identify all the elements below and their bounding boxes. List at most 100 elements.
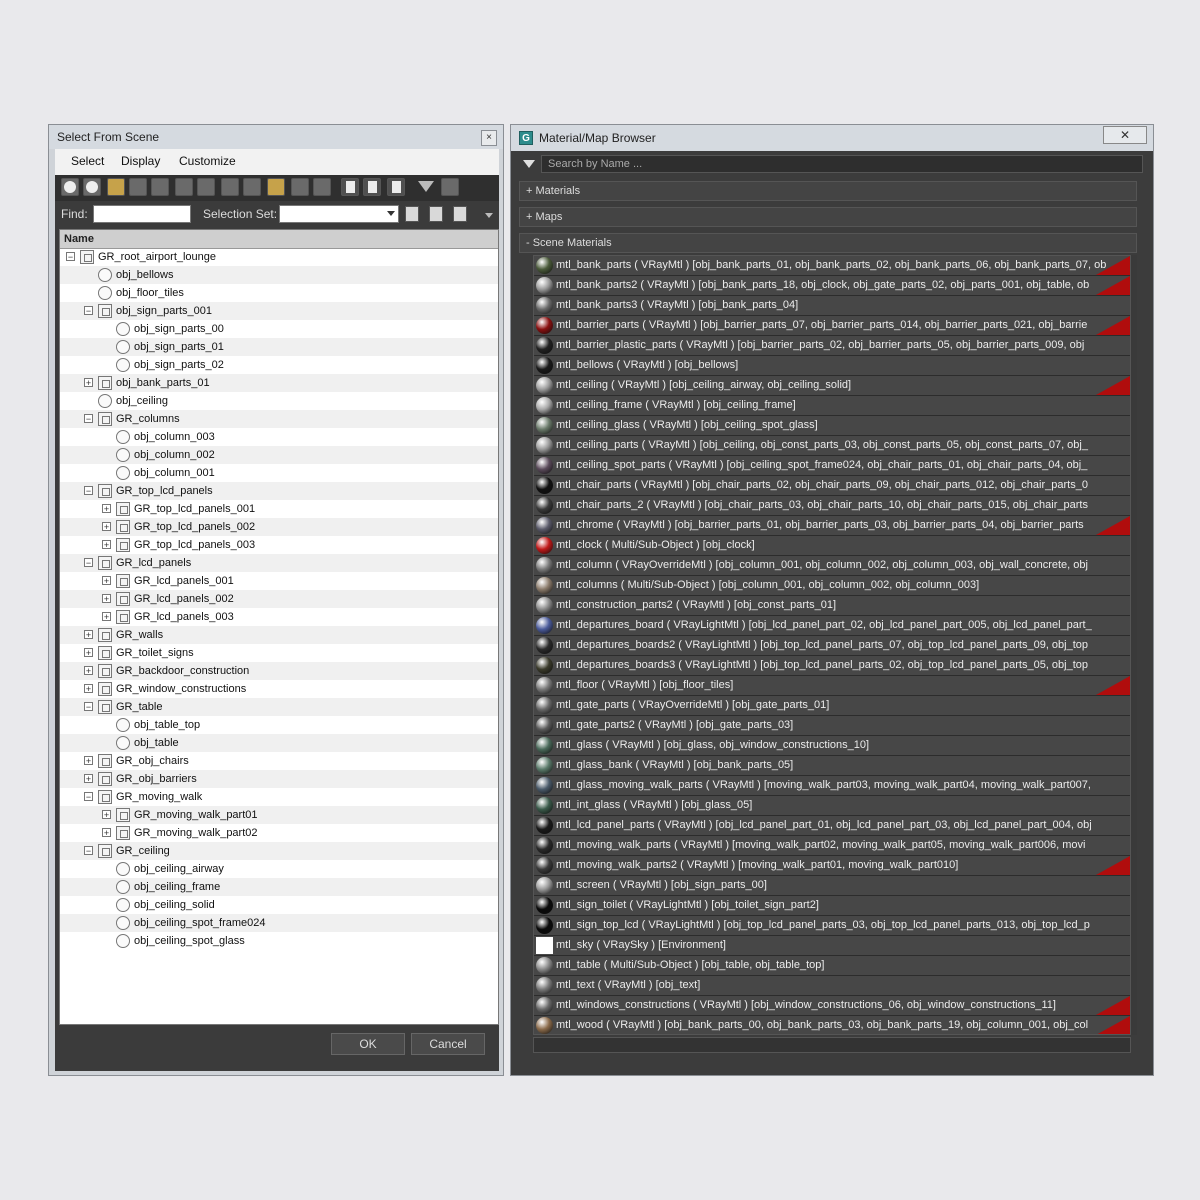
tree-row[interactable]: obj_ceiling: [60, 392, 498, 410]
tree-row[interactable]: + GR_moving_walk_part02: [60, 824, 498, 842]
material-row[interactable]: mtl_barrier_parts ( VRayMtl ) [obj_barri…: [534, 316, 1130, 336]
tree-row[interactable]: − obj_sign_parts_001: [60, 302, 498, 320]
tree-row[interactable]: − GR_table: [60, 698, 498, 716]
material-row[interactable]: mtl_bank_parts2 ( VRayMtl ) [obj_bank_pa…: [534, 276, 1130, 296]
vertical-scrollbar[interactable]: [1131, 255, 1137, 1035]
material-row[interactable]: mtl_wood ( VRayMtl ) [obj_bank_parts_00,…: [534, 1016, 1130, 1034]
material-row[interactable]: mtl_windows_constructions ( VRayMtl ) [o…: [534, 996, 1130, 1016]
tree-row[interactable]: + GR_obj_chairs: [60, 752, 498, 770]
horizontal-scrollbar[interactable]: [533, 1037, 1131, 1053]
material-row[interactable]: mtl_ceiling_spot_parts ( VRayMtl ) [obj_…: [534, 456, 1130, 476]
tree-row[interactable]: + GR_obj_barriers: [60, 770, 498, 788]
material-row[interactable]: mtl_chrome ( VRayMtl ) [obj_barrier_part…: [534, 516, 1130, 536]
material-row[interactable]: mtl_lcd_panel_parts ( VRayMtl ) [obj_lcd…: [534, 816, 1130, 836]
display-lights-icon[interactable]: [107, 178, 125, 196]
section-materials[interactable]: + Materials: [519, 181, 1137, 201]
expand-icon[interactable]: +: [102, 612, 111, 622]
material-row[interactable]: mtl_barrier_plastic_parts ( VRayMtl ) [o…: [534, 336, 1130, 356]
section-scene-materials[interactable]: - Scene Materials: [519, 233, 1137, 253]
tree-row[interactable]: + GR_top_lcd_panels_001: [60, 500, 498, 518]
expand-icon[interactable]: +: [84, 774, 93, 784]
expand-icon[interactable]: +: [102, 594, 111, 604]
tree-row[interactable]: − GR_ceiling: [60, 842, 498, 860]
browser-title-bar[interactable]: G Material/Map Browser ✕: [511, 125, 1153, 151]
select-invert-icon[interactable]: [387, 178, 405, 196]
expand-icon[interactable]: +: [102, 576, 111, 586]
material-row[interactable]: mtl_departures_boards3 ( VRayLightMtl ) …: [534, 656, 1130, 676]
material-row[interactable]: mtl_column ( VRayOverrideMtl ) [obj_colu…: [534, 556, 1130, 576]
tree-row[interactable]: obj_ceiling_airway: [60, 860, 498, 878]
display-bones-icon[interactable]: [243, 178, 261, 196]
selection-set-add-icon[interactable]: [405, 206, 419, 222]
tree-row[interactable]: obj_ceiling_spot_glass: [60, 932, 498, 950]
tree-row[interactable]: + GR_backdoor_construction: [60, 662, 498, 680]
tree-row[interactable]: − GR_root_airport_lounge: [60, 248, 498, 266]
selection-set-dropdown[interactable]: [279, 205, 399, 223]
tree-row[interactable]: obj_sign_parts_02: [60, 356, 498, 374]
tree-row[interactable]: − GR_top_lcd_panels: [60, 482, 498, 500]
material-row[interactable]: mtl_chair_parts ( VRayMtl ) [obj_chair_p…: [534, 476, 1130, 496]
material-row[interactable]: mtl_ceiling_parts ( VRayMtl ) [obj_ceili…: [534, 436, 1130, 456]
material-row[interactable]: mtl_departures_boards2 ( VRayLightMtl ) …: [534, 636, 1130, 656]
display-shapes-icon[interactable]: [83, 178, 101, 196]
material-row[interactable]: mtl_bellows ( VRayMtl ) [obj_bellows]: [534, 356, 1130, 376]
material-row[interactable]: mtl_gate_parts ( VRayOverrideMtl ) [obj_…: [534, 696, 1130, 716]
tree-row[interactable]: + GR_top_lcd_panels_002: [60, 518, 498, 536]
material-row[interactable]: mtl_bank_parts ( VRayMtl ) [obj_bank_par…: [534, 256, 1130, 276]
display-hidden-icon[interactable]: [313, 178, 331, 196]
material-row[interactable]: mtl_text ( VRayMtl ) [obj_text]: [534, 976, 1130, 996]
material-row[interactable]: mtl_glass ( VRayMtl ) [obj_glass, obj_wi…: [534, 736, 1130, 756]
selection-set-edit-icon[interactable]: [453, 206, 467, 222]
section-maps[interactable]: + Maps: [519, 207, 1137, 227]
tree-row[interactable]: + obj_bank_parts_01: [60, 374, 498, 392]
filter-options-icon[interactable]: [441, 178, 459, 196]
material-row[interactable]: mtl_glass_moving_walk_parts ( VRayMtl ) …: [534, 776, 1130, 796]
tree-row[interactable]: + GR_moving_walk_part01: [60, 806, 498, 824]
expand-icon[interactable]: +: [102, 504, 111, 514]
expand-icon[interactable]: +: [102, 540, 111, 550]
display-frozen-icon[interactable]: [291, 178, 309, 196]
tree-row[interactable]: + GR_walls: [60, 626, 498, 644]
close-icon[interactable]: ×: [481, 130, 497, 146]
material-row[interactable]: mtl_departures_board ( VRayLightMtl ) [o…: [534, 616, 1130, 636]
material-row[interactable]: mtl_moving_walk_parts ( VRayMtl ) [movin…: [534, 836, 1130, 856]
material-row[interactable]: mtl_moving_walk_parts2 ( VRayMtl ) [movi…: [534, 856, 1130, 876]
tree-row[interactable]: + GR_lcd_panels_002: [60, 590, 498, 608]
display-helpers-icon[interactable]: [151, 178, 169, 196]
material-row[interactable]: mtl_construction_parts2 ( VRayMtl ) [obj…: [534, 596, 1130, 616]
options-chevron-icon[interactable]: [485, 213, 493, 218]
expand-icon[interactable]: +: [84, 648, 93, 658]
material-row[interactable]: mtl_table ( Multi/Sub-Object ) [obj_tabl…: [534, 956, 1130, 976]
name-column-header[interactable]: Name: [60, 230, 498, 249]
collapse-icon[interactable]: −: [84, 558, 93, 568]
collapse-icon[interactable]: −: [84, 414, 93, 424]
expand-icon[interactable]: +: [102, 522, 111, 532]
collapse-icon[interactable]: −: [84, 702, 93, 712]
tree-row[interactable]: obj_column_001: [60, 464, 498, 482]
material-row[interactable]: mtl_sky ( VRaySky ) [Environment]: [534, 936, 1130, 956]
tree-row[interactable]: obj_sign_parts_01: [60, 338, 498, 356]
tree-row[interactable]: − GR_columns: [60, 410, 498, 428]
expand-icon[interactable]: +: [102, 828, 111, 838]
material-row[interactable]: mtl_ceiling_frame ( VRayMtl ) [obj_ceili…: [534, 396, 1130, 416]
select-all-icon[interactable]: [341, 178, 359, 196]
tree-row[interactable]: + GR_lcd_panels_001: [60, 572, 498, 590]
search-input[interactable]: Search by Name ...: [541, 155, 1143, 173]
cancel-button[interactable]: Cancel: [411, 1033, 485, 1055]
material-row[interactable]: mtl_ceiling ( VRayMtl ) [obj_ceiling_air…: [534, 376, 1130, 396]
tree-row[interactable]: + GR_window_constructions: [60, 680, 498, 698]
tree-row[interactable]: − GR_lcd_panels: [60, 554, 498, 572]
tree-row[interactable]: + GR_lcd_panels_003: [60, 608, 498, 626]
display-xrefs-icon[interactable]: [221, 178, 239, 196]
find-input[interactable]: [93, 205, 191, 223]
tree-row[interactable]: obj_ceiling_solid: [60, 896, 498, 914]
display-cameras-icon[interactable]: [129, 178, 147, 196]
material-row[interactable]: mtl_clock ( Multi/Sub-Object ) [obj_cloc…: [534, 536, 1130, 556]
expand-icon[interactable]: +: [84, 378, 93, 388]
window-title-bar[interactable]: Select From Scene ×: [49, 125, 503, 149]
display-spacewarps-icon[interactable]: [175, 178, 193, 196]
material-row[interactable]: mtl_ceiling_glass ( VRayMtl ) [obj_ceili…: [534, 416, 1130, 436]
material-row[interactable]: mtl_int_glass ( VRayMtl ) [obj_glass_05]: [534, 796, 1130, 816]
select-none-icon[interactable]: [363, 178, 381, 196]
material-row[interactable]: mtl_sign_top_lcd ( VRayLightMtl ) [obj_t…: [534, 916, 1130, 936]
